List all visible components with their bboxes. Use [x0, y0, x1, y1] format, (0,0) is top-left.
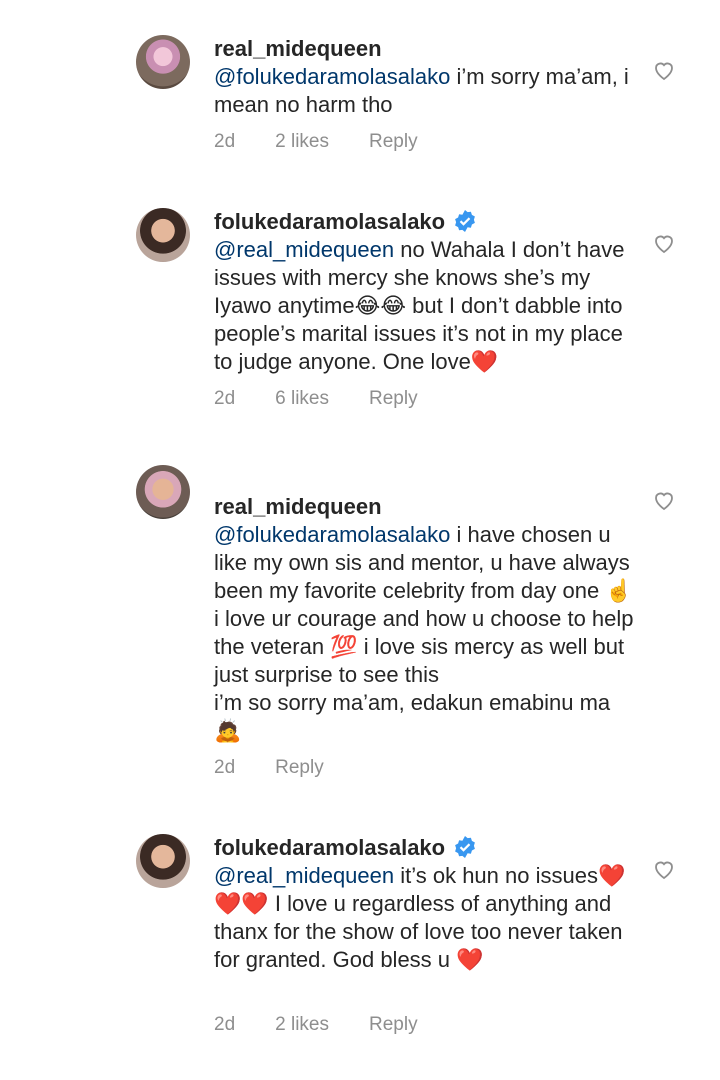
heart-outline-icon[interactable]	[652, 857, 676, 881]
comment-mention[interactable]: @real_midequeen	[214, 863, 394, 888]
comment-username[interactable]: real_midequeen	[214, 36, 382, 61]
avatar[interactable]	[136, 35, 190, 89]
heart-outline-icon[interactable]	[652, 488, 676, 512]
comment-mention[interactable]: @folukedaramolasalako	[214, 522, 450, 547]
comment-mention[interactable]: @folukedaramolasalako	[214, 64, 450, 89]
comment-username[interactable]: folukedaramolasalako	[214, 209, 445, 234]
reply-button[interactable]: Reply	[369, 131, 418, 153]
comment-time: 2d	[214, 1014, 236, 1035]
comment-time: 2d	[214, 131, 236, 152]
verified-badge-icon	[455, 836, 476, 858]
reply-button[interactable]: Reply	[275, 757, 324, 779]
heart-outline-icon[interactable]	[652, 231, 676, 255]
verified-badge-icon	[455, 210, 476, 232]
comment-username[interactable]: folukedaramolasalako	[214, 835, 445, 860]
avatar[interactable]	[136, 465, 190, 519]
comment-likes[interactable]: 2 likes	[275, 131, 329, 153]
comment-time: 2d	[214, 388, 236, 409]
reply-button[interactable]: Reply	[369, 388, 418, 410]
comment-text: i have chosen u like my own sis and ment…	[214, 522, 634, 743]
comment-likes[interactable]: 6 likes	[275, 388, 329, 410]
comment-likes[interactable]: 2 likes	[275, 1014, 329, 1036]
comment-username[interactable]: real_midequeen	[214, 494, 382, 519]
avatar[interactable]	[136, 208, 190, 262]
comment-time: 2d	[214, 757, 236, 778]
avatar[interactable]	[136, 834, 190, 888]
comment-mention[interactable]: @real_midequeen	[214, 237, 394, 262]
heart-outline-icon[interactable]	[652, 58, 676, 82]
reply-button[interactable]: Reply	[369, 1014, 418, 1036]
